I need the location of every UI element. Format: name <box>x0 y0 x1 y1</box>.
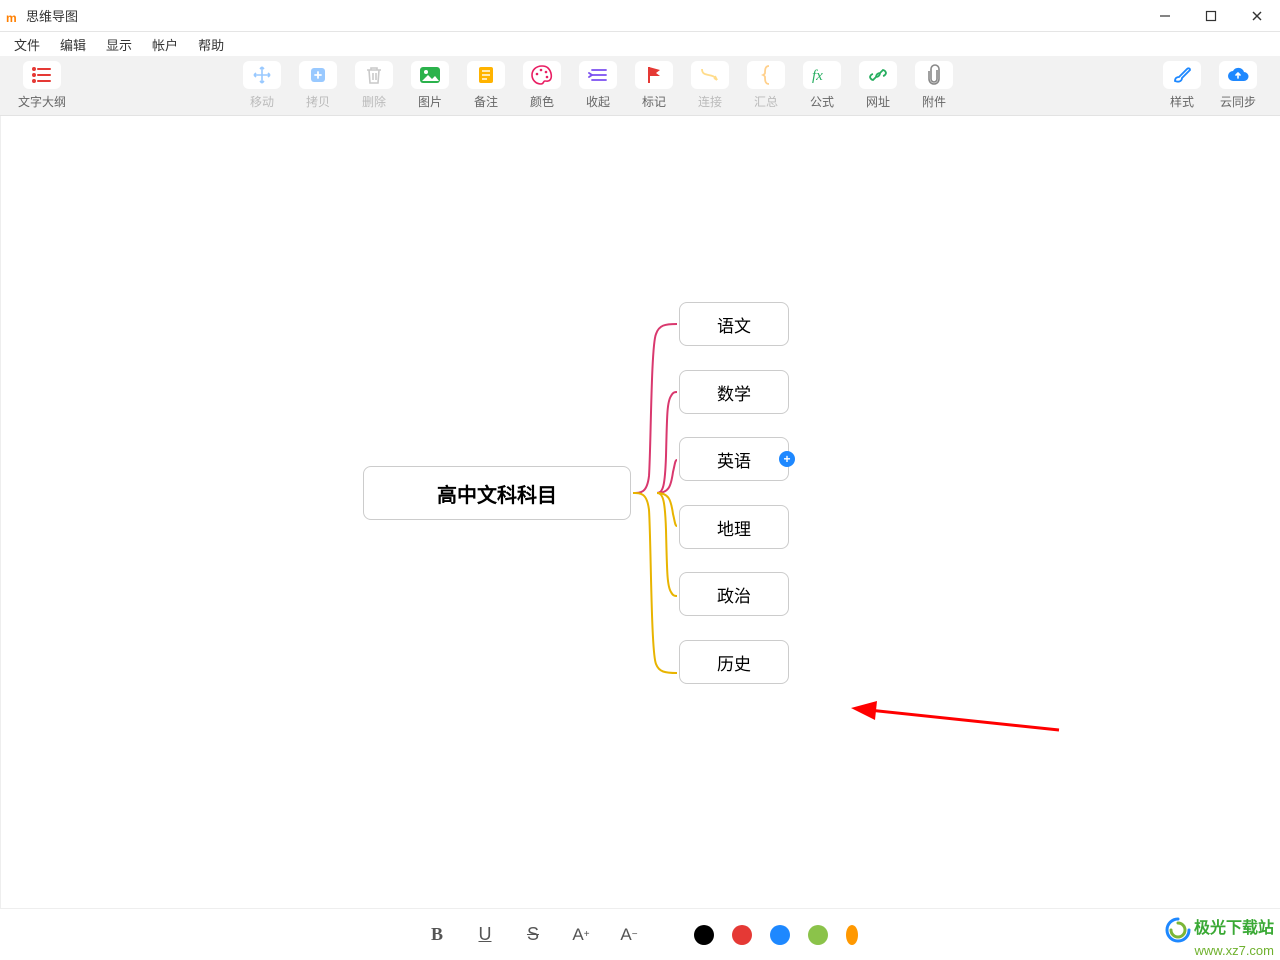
window-controls <box>1142 0 1280 32</box>
image-label: 图片 <box>418 93 442 110</box>
font-decrease-button[interactable]: A− <box>614 920 644 950</box>
color-orange[interactable] <box>846 925 858 945</box>
minimize-button[interactable] <box>1142 0 1188 32</box>
branch-connectors <box>1 116 1280 908</box>
bold-button[interactable]: B <box>422 920 452 950</box>
menu-edit[interactable]: 编辑 <box>50 33 96 56</box>
brush-icon <box>1163 61 1201 89</box>
paperclip-icon <box>915 61 953 89</box>
collapse-icon <box>579 61 617 89</box>
root-node[interactable]: 高中文科科目 <box>363 466 631 520</box>
menubar: 文件 编辑 显示 帐户 帮助 <box>0 32 1280 56</box>
child-node-1[interactable]: 语文 <box>679 302 789 346</box>
note-button[interactable]: 备注 <box>460 59 512 112</box>
menu-help[interactable]: 帮助 <box>188 33 234 56</box>
color-blue[interactable] <box>770 925 790 945</box>
collapse-button[interactable]: 收起 <box>572 59 624 112</box>
image-icon <box>411 61 449 89</box>
brace-icon <box>747 61 785 89</box>
child-label-4: 地理 <box>717 515 751 540</box>
copy-label: 拷贝 <box>306 93 330 110</box>
mindmap-canvas[interactable]: 高中文科科目 语文 数学 英语 + 地理 政治 历史 <box>0 116 1280 908</box>
child-node-3[interactable]: 英语 + <box>679 437 789 481</box>
style-label: 样式 <box>1170 93 1194 110</box>
sync-button[interactable]: 云同步 <box>1212 59 1264 112</box>
move-label: 移动 <box>250 93 274 110</box>
summary-label: 汇总 <box>754 93 778 110</box>
child-node-5[interactable]: 政治 <box>679 572 789 616</box>
move-button[interactable]: 移动 <box>236 59 288 112</box>
underline-button[interactable]: U <box>470 920 500 950</box>
child-label-3: 英语 <box>717 447 751 472</box>
color-green[interactable] <box>808 925 828 945</box>
child-node-4[interactable]: 地理 <box>679 505 789 549</box>
mark-label: 标记 <box>642 93 666 110</box>
copy-icon <box>299 61 337 89</box>
titlebar: 思维导图 <box>0 0 1280 32</box>
url-button[interactable]: 网址 <box>852 59 904 112</box>
sync-label: 云同步 <box>1220 93 1256 110</box>
flag-icon <box>635 61 673 89</box>
font-increase-button[interactable]: A+ <box>566 920 596 950</box>
cloud-icon <box>1219 61 1257 89</box>
attach-label: 附件 <box>922 93 946 110</box>
copy-button[interactable]: 拷贝 <box>292 59 344 112</box>
formula-button[interactable]: fx 公式 <box>796 59 848 112</box>
color-red[interactable] <box>732 925 752 945</box>
child-node-2[interactable]: 数学 <box>679 370 789 414</box>
attach-button[interactable]: 附件 <box>908 59 960 112</box>
mark-button[interactable]: 标记 <box>628 59 680 112</box>
link-icon <box>859 61 897 89</box>
formula-label: 公式 <box>810 93 834 110</box>
menu-file[interactable]: 文件 <box>4 33 50 56</box>
delete-label: 删除 <box>362 93 386 110</box>
trash-icon <box>355 61 393 89</box>
color-black[interactable] <box>694 925 714 945</box>
note-label: 备注 <box>474 93 498 110</box>
style-button[interactable]: 样式 <box>1156 59 1208 112</box>
child-label-1: 语文 <box>717 312 751 337</box>
outline-button[interactable]: 文字大纲 <box>16 59 68 112</box>
child-label-2: 数学 <box>717 380 751 405</box>
toolbar: 文字大纲 移动 拷贝 删除 图片 备注 颜色 <box>0 56 1280 116</box>
app-icon <box>6 9 20 23</box>
child-label-5: 政治 <box>717 582 751 607</box>
collapse-label: 收起 <box>586 93 610 110</box>
add-child-icon[interactable]: + <box>779 451 795 467</box>
format-bar: B U S A+ A− <box>0 908 1280 960</box>
menu-view[interactable]: 显示 <box>96 33 142 56</box>
annotation-arrow-icon <box>849 698 1069 738</box>
connect-label: 连接 <box>698 93 722 110</box>
outline-label: 文字大纲 <box>18 93 66 110</box>
arrow-connect-icon <box>691 61 729 89</box>
child-label-6: 历史 <box>717 650 751 675</box>
maximize-button[interactable] <box>1188 0 1234 32</box>
close-button[interactable] <box>1234 0 1280 32</box>
move-icon <box>243 61 281 89</box>
strikethrough-button[interactable]: S <box>518 920 548 950</box>
color-button[interactable]: 颜色 <box>516 59 568 112</box>
root-label: 高中文科科目 <box>437 479 557 508</box>
fx-icon: fx <box>803 61 841 89</box>
summary-button[interactable]: 汇总 <box>740 59 792 112</box>
delete-button[interactable]: 删除 <box>348 59 400 112</box>
palette-icon <box>523 61 561 89</box>
menu-account[interactable]: 帐户 <box>142 33 188 56</box>
color-label: 颜色 <box>530 93 554 110</box>
svg-text:fx: fx <box>812 68 823 84</box>
window-title: 思维导图 <box>26 6 78 25</box>
child-node-6[interactable]: 历史 <box>679 640 789 684</box>
image-button[interactable]: 图片 <box>404 59 456 112</box>
list-icon <box>23 61 61 89</box>
connect-button[interactable]: 连接 <box>684 59 736 112</box>
url-label: 网址 <box>866 93 890 110</box>
note-icon <box>467 61 505 89</box>
